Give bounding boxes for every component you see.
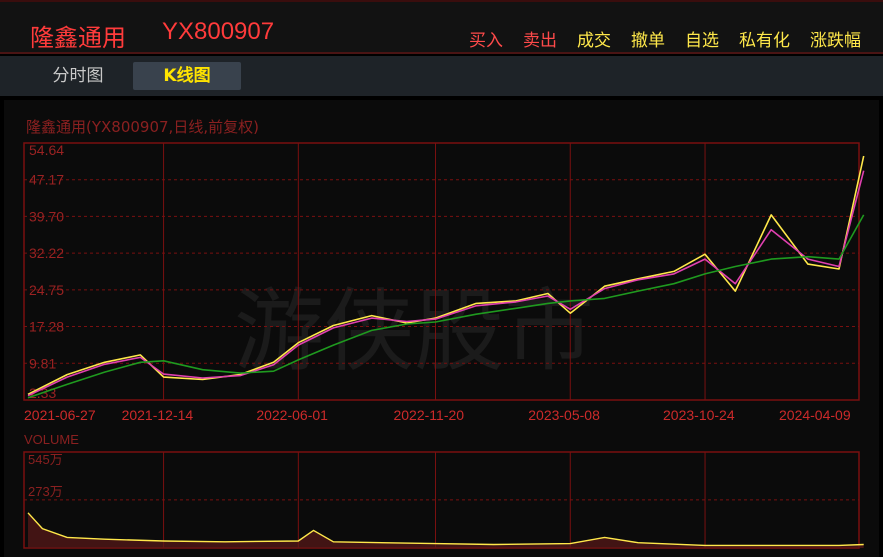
kline-chart: 游侠股市 隆鑫通用(YX800907,日线,前复权) 54.64 47.17 3… (23, 118, 865, 549)
date-label: 2022-06-01 (256, 407, 328, 423)
volume-area (28, 512, 864, 548)
volume-grid (23, 451, 860, 549)
cancel-order-button[interactable]: 撤单 (631, 26, 665, 51)
price-label: 9.81 (29, 355, 56, 371)
price-label: 32.22 (29, 245, 64, 261)
date-label: 2022-11-20 (393, 407, 464, 423)
date-label: 2021-06-27 (24, 407, 96, 423)
stock-header: 隆鑫通用 YX800907 买入 卖出 成交 撤单 自选 私有化 涨跌幅 (0, 0, 883, 54)
chart-panel: 游侠股市 隆鑫通用(YX800907,日线,前复权) 54.64 47.17 3… (4, 100, 879, 557)
price-label: 39.70 (29, 208, 64, 224)
watchlist-button[interactable]: 自选 (685, 26, 719, 51)
price-label: 47.17 (29, 172, 64, 188)
privatize-button[interactable]: 私有化 (739, 26, 790, 51)
tab-kline[interactable]: K线图 (133, 62, 241, 90)
volume-series (27, 512, 864, 548)
tab-intraday[interactable]: 分时图 (30, 62, 126, 90)
volume-label-max: 545万 (28, 452, 63, 467)
price-axis: 54.64 47.17 39.70 32.22 24.75 17.28 9.81… (29, 142, 64, 401)
chart-tabs: 分时图 K线图 (0, 56, 883, 96)
date-label: 2024-04-09 (779, 407, 851, 423)
buy-button[interactable]: 买入 (469, 26, 503, 51)
price-label: 17.28 (29, 319, 64, 335)
chart-caption: 隆鑫通用(YX800907,日线,前复权) (26, 118, 259, 136)
price-label: 54.64 (29, 142, 64, 158)
deals-button[interactable]: 成交 (577, 26, 611, 51)
stock-code: YX800907 (162, 18, 275, 45)
date-label: 2023-10-24 (663, 407, 735, 423)
date-label: 2023-05-08 (528, 407, 600, 423)
action-bar: 买入 卖出 成交 撤单 自选 私有化 涨跌幅 (469, 26, 861, 51)
date-axis: 2021-06-27 2021-12-14 2022-06-01 2022-11… (24, 407, 851, 423)
volume-title: VOLUME (24, 432, 79, 447)
volume-label-mid: 273万 (28, 484, 63, 499)
price-label: 24.75 (29, 282, 64, 298)
change-rank-button[interactable]: 涨跌幅 (810, 26, 861, 51)
stock-name: 隆鑫通用 (30, 24, 126, 52)
sell-button[interactable]: 卖出 (523, 26, 557, 51)
date-label: 2021-12-14 (122, 407, 194, 423)
volume-line (27, 512, 864, 547)
